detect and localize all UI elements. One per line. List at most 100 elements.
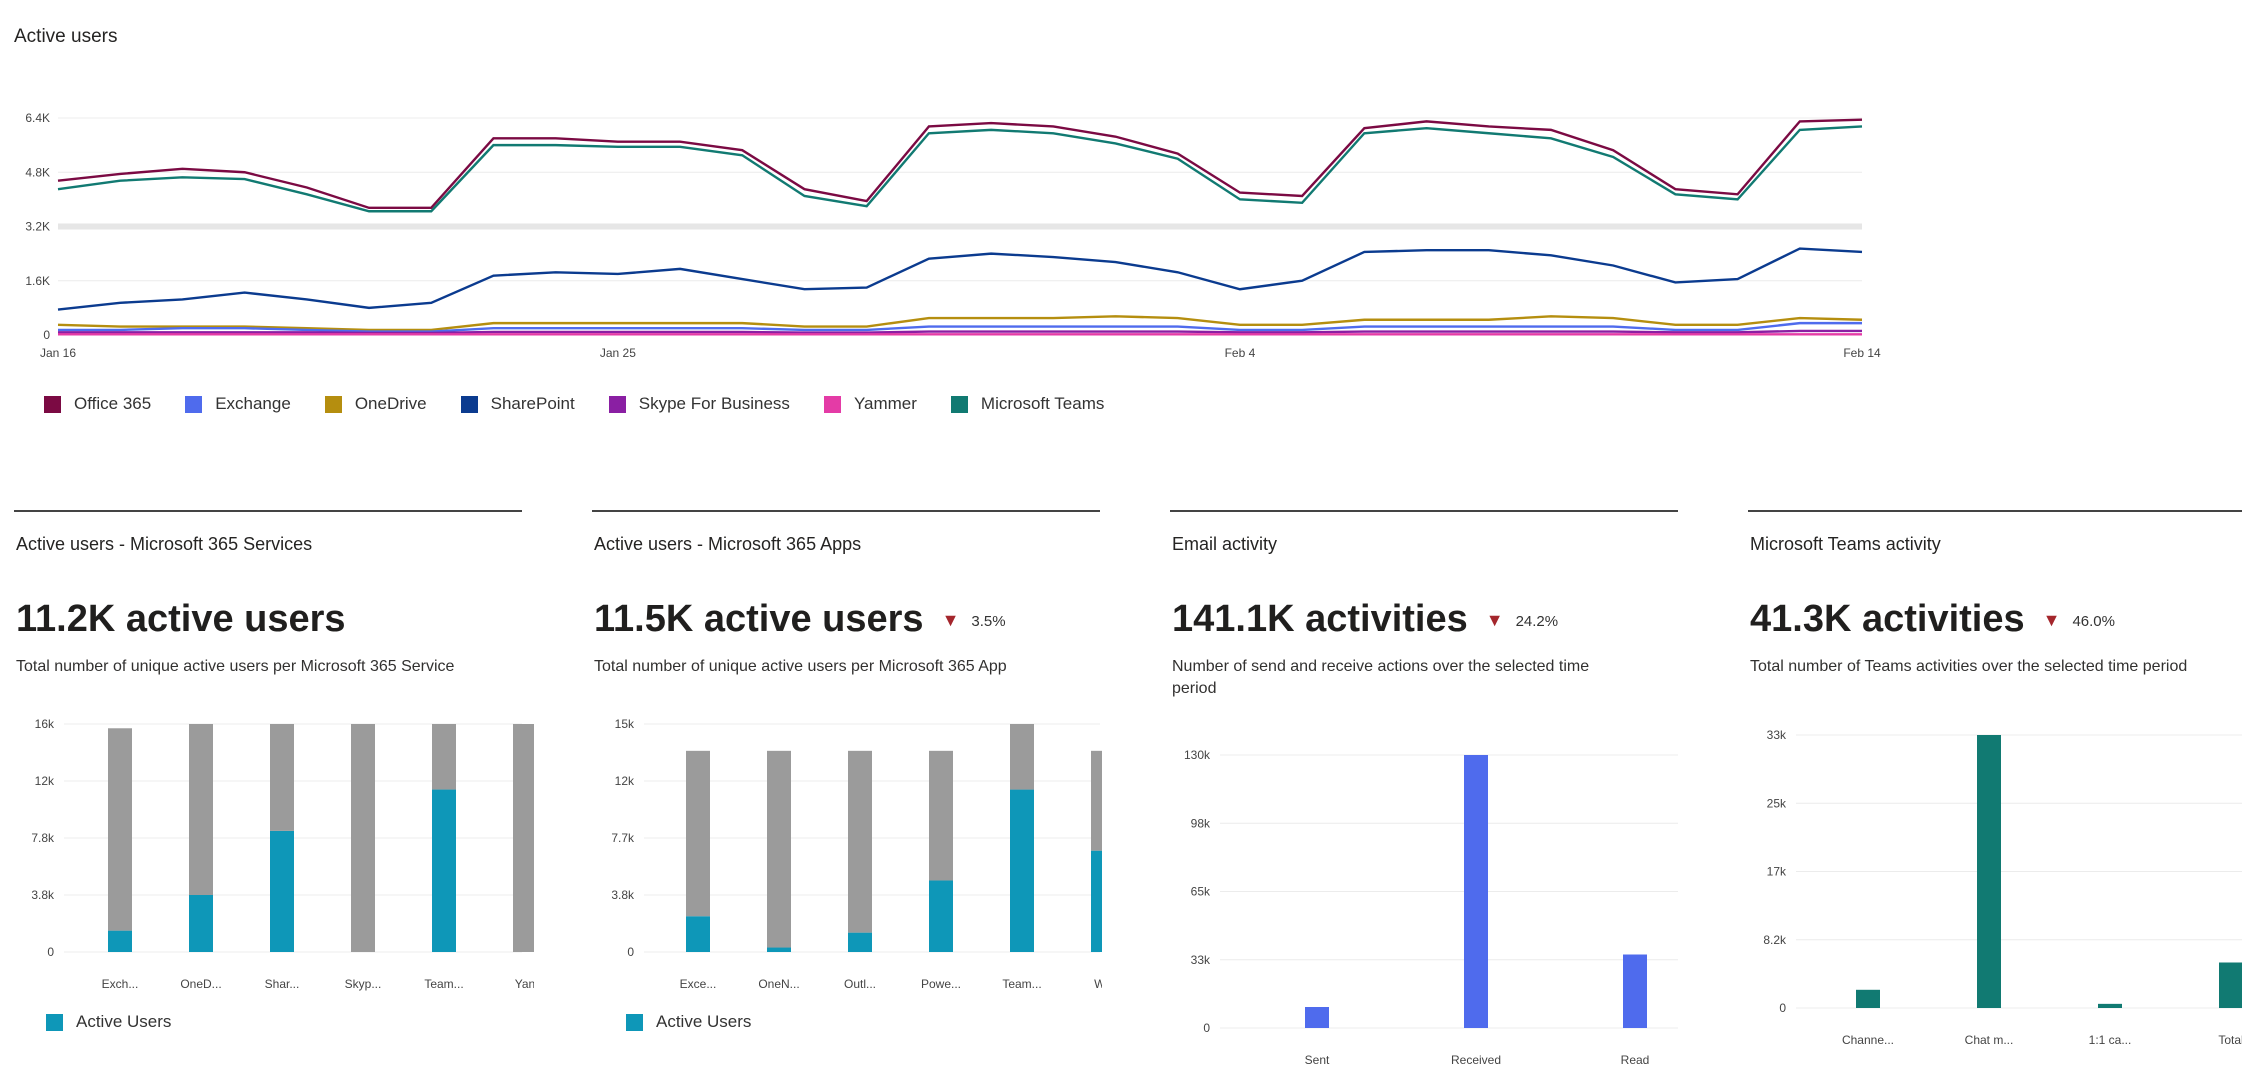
- bar: [929, 880, 953, 952]
- y-tick-label: 3.8k: [611, 888, 635, 902]
- series-line-exchange: [58, 321, 1862, 333]
- card-legend[interactable]: Active Users: [626, 1012, 751, 1032]
- x-tick-label: Shar...: [265, 977, 300, 991]
- active-users-line-chart[interactable]: 0 1.6K 3.2K 4.8K 6.4K Jan 16 Jan 25 Feb 4 Feb 14: [0, 90, 1900, 380]
- card-divider: [1748, 510, 2242, 512]
- y-tick-label: 12k: [615, 774, 635, 788]
- legend-label: Exchange: [215, 394, 291, 413]
- bar: [1305, 1007, 1329, 1028]
- x-tick-label: OneD...: [180, 977, 221, 991]
- bar: [270, 724, 294, 831]
- trend-value: 46.0%: [2072, 613, 2115, 631]
- card-divider: [592, 510, 1100, 512]
- card-title: Active users - Microsoft 365 Apps: [594, 534, 862, 554]
- legend-swatch: [823, 395, 841, 413]
- bar: [848, 750, 872, 933]
- x-tick-label: Channe...: [1842, 1033, 1894, 1047]
- bar: [189, 895, 213, 952]
- x-tick-label: OneN...: [758, 977, 799, 991]
- card-services[interactable]: Active users - Microsoft 365 Services 11…: [14, 510, 592, 1067]
- trend-down-icon: ▼: [941, 610, 960, 631]
- x-tick-label: Feb 14: [1843, 346, 1881, 360]
- card-description: Total number of Teams activities over th…: [1750, 656, 2187, 678]
- x-tick-label: Jan 25: [600, 346, 636, 360]
- y-tick-label: 0: [47, 945, 54, 959]
- bar: [2098, 1003, 2122, 1008]
- bar: [1010, 724, 1034, 790]
- x-tick-label: Read: [1621, 1053, 1650, 1067]
- x-tick-label: Outl...: [844, 977, 876, 991]
- legend-label: Skype For Business: [638, 394, 790, 413]
- trend-indicator: ▼ 24.2%: [1486, 610, 1558, 631]
- teams-bar-chart[interactable]: 0 8.2k 17k 25k 33k Channe... Chat m... 1:1 ca..…: [1748, 710, 2242, 1067]
- x-tick-label: Team...: [424, 977, 463, 991]
- bar: [189, 724, 213, 895]
- card-apps[interactable]: Active users - Microsoft 365 Apps 11.5K …: [592, 510, 1170, 1067]
- legend-swatch: [950, 395, 968, 413]
- series-line-office-365: [57, 118, 1863, 210]
- y-tick-label: 25k: [1767, 796, 1787, 810]
- x-tick-label: Powe...: [921, 977, 961, 991]
- y-tick-label: 65k: [1191, 885, 1211, 899]
- trend-value: 24.2%: [1515, 613, 1559, 631]
- x-tick-label: Sent: [1305, 1053, 1330, 1067]
- legend-item-sharepoint[interactable]: SharePoint: [460, 394, 575, 414]
- card-title: Active users - Microsoft 365 Services: [16, 534, 313, 554]
- x-tick-label: Wo: [1094, 977, 1102, 991]
- apps-bar-chart[interactable]: 0 3.8k 7.7k 12k 15k Exce... OneN... Outl... Powe…: [592, 710, 1102, 1000]
- x-tick-label: Team...: [1002, 977, 1041, 991]
- y-tick-label: 3.2K: [25, 220, 50, 234]
- y-tick-label: 0: [1203, 1021, 1210, 1035]
- card-description: Total number of unique active users per …: [594, 656, 1007, 678]
- card-title: Microsoft Teams activity: [1750, 534, 1941, 554]
- bar: [1010, 789, 1034, 952]
- legend-item-teams[interactable]: Microsoft Teams: [950, 394, 1104, 414]
- y-tick-label: 0: [1779, 1001, 1786, 1015]
- bar: [686, 750, 710, 917]
- email-bar-chart[interactable]: 0 33k 65k 98k 130k Sent Received Read: [1170, 730, 1690, 1087]
- legend-label: Office 365: [74, 394, 152, 413]
- bar: [432, 789, 456, 952]
- bar: [108, 728, 132, 931]
- trend-down-icon: ▼: [2042, 610, 2061, 631]
- y-tick-label: 16k: [35, 717, 55, 731]
- legend-label: Active Users: [656, 1012, 752, 1031]
- services-bar-chart[interactable]: 0 3.8k 7.8k 12k 16k Exch... OneD... Shar... Skyp…: [14, 710, 534, 1000]
- card-description-text: Total number of unique active users per …: [16, 658, 455, 675]
- bar: [108, 930, 132, 952]
- y-tick-label: 6.4K: [25, 111, 50, 125]
- card-legend[interactable]: Active Users: [46, 1012, 171, 1032]
- card-metric-value: 11.5K active users: [594, 598, 924, 640]
- y-tick-label: 130k: [1184, 748, 1211, 762]
- legend-swatch: [626, 1013, 643, 1031]
- legend-item-exchange[interactable]: Exchange: [185, 394, 291, 414]
- bar: [1091, 750, 1102, 851]
- trend-down-icon: ▼: [1485, 610, 1504, 631]
- x-tick-label: Exce...: [680, 977, 717, 991]
- card-title: Email activity: [1172, 534, 1278, 554]
- bar: [1091, 850, 1102, 952]
- x-tick-label: Jan 16: [40, 346, 76, 360]
- legend-item-skype[interactable]: Skype For Business: [608, 394, 790, 414]
- x-tick-label: Total: [2218, 1033, 2242, 1047]
- y-tick-label: 17k: [1767, 865, 1787, 879]
- card-teams[interactable]: Microsoft Teams activity 41.3K activitie…: [1748, 510, 2242, 1067]
- bar: [1856, 989, 1880, 1008]
- y-tick-label: 33k: [1767, 728, 1787, 742]
- legend-item-onedrive[interactable]: OneDrive: [324, 394, 427, 414]
- bar: [767, 750, 791, 948]
- legend-swatch: [608, 395, 626, 413]
- bar: [1623, 954, 1647, 1028]
- y-tick-label: 98k: [1191, 816, 1211, 830]
- y-tick-label: 7.8k: [31, 831, 55, 845]
- x-tick-label: Yan: [515, 977, 534, 991]
- card-email[interactable]: Email activity 141.1K activities ▼ 24.2% N…: [1170, 510, 1748, 1067]
- y-tick-label: 4.8K: [25, 165, 50, 179]
- legend-label: Yammer: [853, 394, 917, 413]
- legend-label: OneDrive: [354, 394, 427, 413]
- card-description-text: Number of send and receive actions over …: [1172, 658, 1590, 675]
- legend-item-office-365[interactable]: Office 365: [44, 394, 151, 414]
- legend-label: SharePoint: [490, 394, 575, 413]
- bar: [513, 724, 534, 952]
- legend-item-yammer[interactable]: Yammer: [823, 394, 917, 414]
